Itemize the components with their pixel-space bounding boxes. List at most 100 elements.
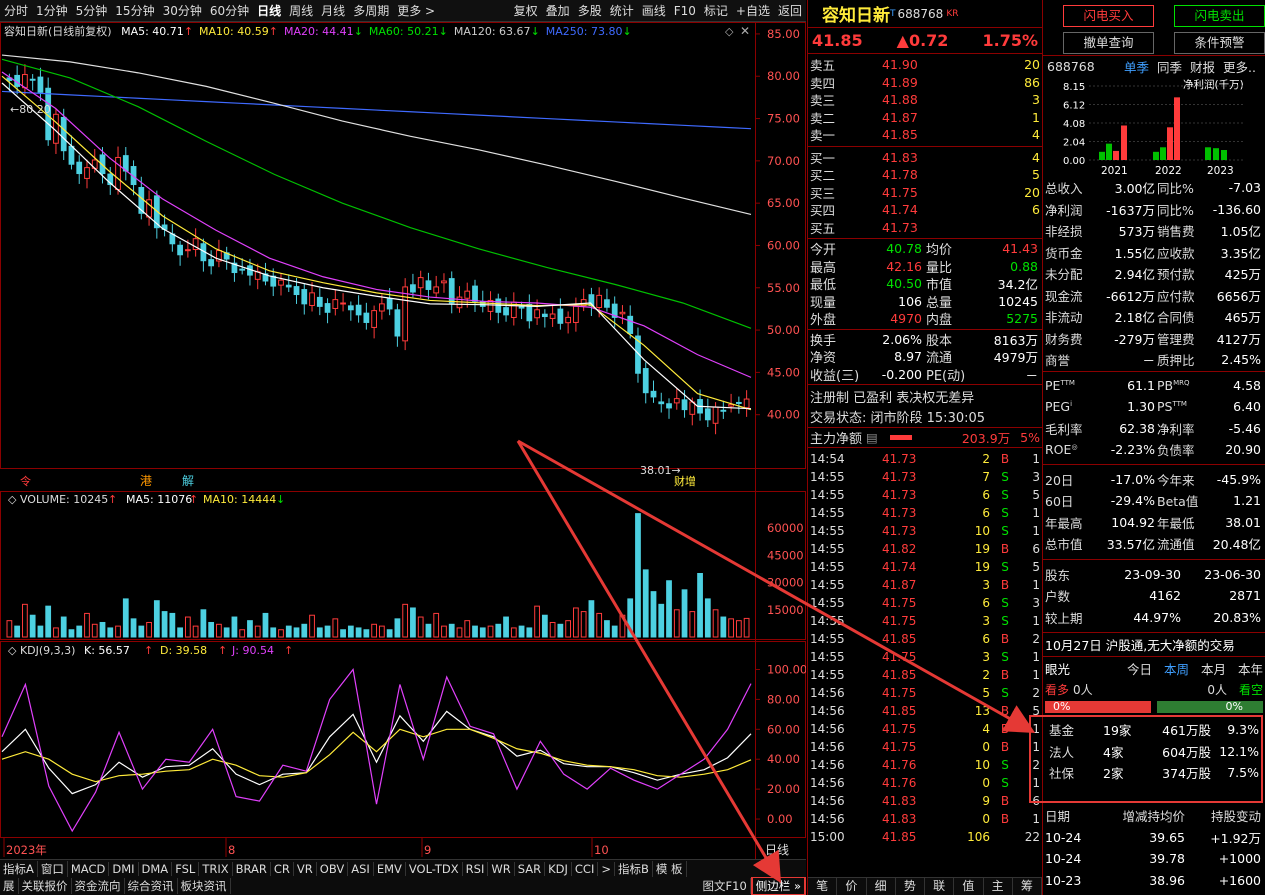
quote-tab[interactable]: 势: [896, 878, 925, 895]
toolbar-tool[interactable]: 多股: [574, 2, 606, 19]
candle-body: [735, 401, 742, 404]
cancel-query-button[interactable]: 撤单查询: [1063, 32, 1154, 54]
bear-bar[interactable]: 0%: [1157, 701, 1263, 713]
book-row[interactable]: 卖四 41.89 86: [808, 74, 1042, 92]
indicator-tab[interactable]: DMA: [139, 861, 173, 876]
eye-tab[interactable]: 今日: [1127, 659, 1152, 678]
kv-label: 货币金: [1045, 245, 1083, 261]
book-row[interactable]: 卖一 41.85 4: [808, 126, 1042, 144]
period-tab[interactable]: 日线: [253, 2, 285, 19]
flash-sell-button[interactable]: 闪电卖出: [1174, 5, 1265, 27]
book-price: 41.85: [882, 127, 918, 143]
quote-tab[interactable]: 笔: [808, 878, 838, 895]
quote-tab[interactable]: 筹: [1013, 878, 1042, 895]
fin-y-label: 0.00: [1063, 156, 1085, 167]
stat-label: 流通: [926, 351, 953, 367]
indicator-tab[interactable]: 窗口: [38, 860, 68, 877]
event-label[interactable]: 解: [182, 474, 194, 488]
event-label[interactable]: 财增: [674, 474, 696, 488]
period-tab[interactable]: 更多 >: [393, 2, 439, 19]
fin-tab[interactable]: 单季: [1124, 57, 1149, 76]
toolbar-tool[interactable]: F10: [670, 4, 700, 18]
period-tab[interactable]: 5分钟: [72, 2, 112, 19]
quote-tab[interactable]: 值: [954, 878, 984, 895]
period-tab[interactable]: 周线: [285, 2, 317, 19]
tick-row: 14:56 41.75 0 B 1: [808, 738, 1042, 756]
condition-alert-button[interactable]: 条件预警: [1174, 32, 1265, 54]
hsgt-notice[interactable]: 10月27日 沪股通,无大净额的交易: [1043, 633, 1265, 657]
x-axis-label: 10: [594, 843, 609, 857]
indicator-tab[interactable]: TRIX: [199, 861, 233, 876]
toolbar-tool[interactable]: 标记: [700, 2, 732, 19]
holder-value: 23-09-30: [1124, 566, 1181, 582]
event-label[interactable]: 港: [140, 474, 152, 488]
book-row[interactable]: 买三 41.75 20: [808, 184, 1042, 202]
indicator-tab[interactable]: MACD: [68, 861, 110, 876]
book-row[interactable]: 买二 41.78 5: [808, 166, 1042, 184]
indicator-tab[interactable]: EMV: [374, 861, 406, 876]
indicator-tab[interactable]: 指标A: [0, 860, 38, 877]
period-tab[interactable]: 多周期: [349, 2, 393, 19]
indicator-tab[interactable]: ASI: [348, 861, 374, 876]
indicator-tab[interactable]: BRAR: [233, 861, 271, 876]
info-link[interactable]: 展​: [0, 878, 19, 894]
indicator-tab[interactable]: >: [598, 861, 615, 876]
indicator-tab[interactable]: FSL: [172, 861, 200, 876]
toolbar-tool[interactable]: 画线: [638, 2, 670, 19]
event-marker[interactable]: 令: [20, 474, 31, 488]
eye-tab[interactable]: 本年: [1238, 659, 1263, 678]
kv-label: 毛利率: [1045, 421, 1083, 437]
period-tab[interactable]: 月线: [317, 2, 349, 19]
quote-tab[interactable]: 联: [925, 878, 955, 895]
quote-tab[interactable]: 主: [984, 878, 1013, 895]
toolbar-tool[interactable]: 返回: [774, 2, 806, 19]
indicator-tab[interactable]: WR: [488, 861, 515, 876]
period-tab[interactable]: 分时: [0, 2, 32, 19]
book-row[interactable]: 卖五 41.90 20: [808, 56, 1042, 74]
quote-tab[interactable]: 细: [867, 878, 896, 895]
fin-tab[interactable]: 同季: [1157, 57, 1182, 76]
eye-tab[interactable]: 本月: [1201, 659, 1226, 678]
book-row[interactable]: 卖二 41.87 1: [808, 109, 1042, 127]
fin-tab[interactable]: 更多..: [1223, 57, 1256, 76]
period-tab[interactable]: 30分钟: [159, 2, 206, 19]
book-row[interactable]: 买一 41.83 4: [808, 149, 1042, 167]
eye-tab[interactable]: 本周: [1164, 659, 1189, 678]
indicator-tab[interactable]: CR: [271, 861, 294, 876]
tick-time: 14:55: [810, 614, 845, 628]
indicator-tab[interactable]: VOL-TDX: [406, 861, 463, 876]
indicator-tab[interactable]: 模 板: [653, 860, 687, 877]
book-row[interactable]: 买四 41.74 6: [808, 201, 1042, 219]
bull-bar[interactable]: 0%: [1045, 701, 1151, 713]
info-link[interactable]: 关联报价: [19, 878, 72, 894]
f10-link[interactable]: 图文F10: [700, 878, 751, 894]
stat-row: 外盘 4970 内盘 5275: [808, 310, 1042, 328]
info-link[interactable]: 综合资讯: [125, 878, 178, 894]
book-row[interactable]: 买五 41.73: [808, 219, 1042, 237]
toolbar-tool[interactable]: 复权: [510, 2, 542, 19]
indicator-tab[interactable]: DMI: [109, 861, 139, 876]
indicator-tab[interactable]: OBV: [317, 861, 349, 876]
indicator-tab[interactable]: VR: [294, 861, 317, 876]
flash-buy-button[interactable]: 闪电买入: [1063, 5, 1154, 27]
kline-chart[interactable]: 40.00 45.00 50.00 55.00 60.00 65.00 70.00 75.00…: [0, 22, 806, 860]
indicator-tab[interactable]: SAR: [515, 861, 546, 876]
indicator-tab[interactable]: 指标B: [615, 860, 653, 877]
quote-tab[interactable]: 价: [837, 878, 867, 895]
toolbar-tool[interactable]: +自选: [732, 2, 774, 19]
toolbar-tool[interactable]: 叠加: [542, 2, 574, 19]
fin-tab[interactable]: 财报: [1190, 57, 1215, 76]
period-tab[interactable]: 1分钟: [32, 2, 72, 19]
toolbar-tool[interactable]: 统计: [606, 2, 638, 19]
book-row[interactable]: 卖三 41.88 3: [808, 91, 1042, 109]
tick-count: 2: [1032, 686, 1040, 700]
indicator-tab[interactable]: RSI: [463, 861, 489, 876]
main-net-info-icon[interactable]: ▤: [866, 430, 878, 445]
indicator-tab[interactable]: CCI: [572, 861, 599, 876]
indicator-tab[interactable]: KDJ: [545, 861, 572, 876]
info-link[interactable]: 板块资讯: [178, 878, 231, 894]
period-tab[interactable]: 15分钟: [111, 2, 158, 19]
info-link[interactable]: 资金流向: [72, 878, 125, 894]
sidebar-toggle[interactable]: 侧边栏 »: [750, 877, 806, 895]
period-tab[interactable]: 60分钟: [206, 2, 253, 19]
